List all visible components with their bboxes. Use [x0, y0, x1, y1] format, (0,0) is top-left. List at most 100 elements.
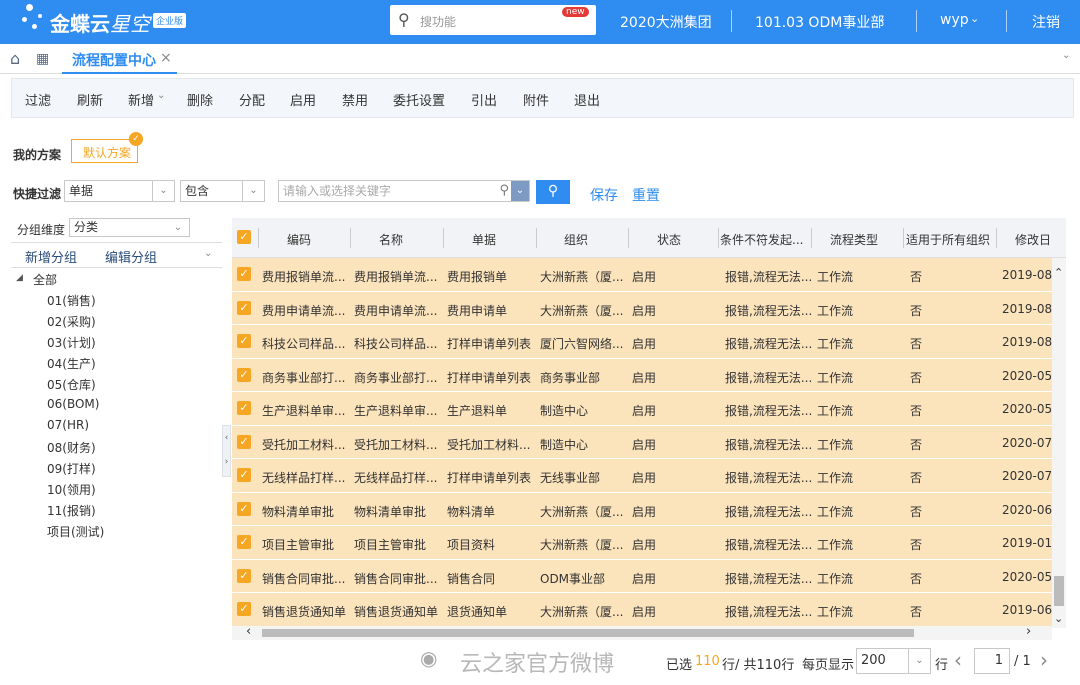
table-row[interactable]: ✓ 销售退货通知单 销售退货通知单 退货通知单 大洲新燕（厦... 启用 报错,流程无法..… — [232, 593, 1052, 627]
attachment-button[interactable]: 附件 — [523, 90, 549, 109]
logout-button[interactable]: 注销 — [1032, 12, 1060, 32]
col-bill[interactable]: 单据 — [472, 231, 496, 248]
col-name[interactable]: 名称 — [379, 231, 403, 248]
next-page-icon[interactable]: › — [1040, 648, 1048, 672]
chevron-down-icon[interactable]: ⌄ — [877, 12, 886, 25]
export-button[interactable]: 引出 — [471, 90, 497, 109]
apps-grid-icon[interactable]: ▦ — [36, 51, 49, 67]
chevron-down-icon[interactable]: ⌄ — [204, 248, 212, 259]
reset-link[interactable]: 重置 — [632, 185, 660, 205]
home-icon[interactable]: ⌂ — [10, 49, 20, 68]
panel-splitter[interactable]: ‹ › — [222, 425, 231, 477]
scroll-thumb[interactable] — [1054, 576, 1064, 606]
tree-collapse-icon[interactable]: ◢ — [16, 273, 23, 283]
row-checkbox[interactable]: ✓ — [237, 501, 251, 516]
select-all-checkbox[interactable]: ✓ — [237, 230, 251, 244]
scroll-right-icon[interactable]: › — [1026, 624, 1031, 639]
table-row[interactable]: ✓ 项目主管审批 项目主管审批 项目资料 大洲新燕（厦... 启用 报错,流程无法... 工作… — [232, 526, 1052, 560]
table-row[interactable]: ✓ 物料清单审批 物料清单审批 物料清单 大洲新燕（厦... 启用 报错,流程无法... 工作… — [232, 492, 1052, 526]
add-group-button[interactable]: 新增分组 — [25, 247, 77, 266]
dropdown-button[interactable]: ⌄ — [511, 181, 529, 201]
keyword-input[interactable]: 请输入或选择关键字 ⚲ ⌄ — [278, 180, 530, 202]
tree-item[interactable]: 11(报销) — [47, 502, 96, 519]
row-checkbox[interactable]: ✓ — [237, 602, 251, 616]
table-row[interactable]: ✓ 生产退料单审... 生产退料单审... 生产退料单 制造中心 启用 报错,流程无法...… — [232, 392, 1052, 426]
filter-operator-select[interactable]: 包含 ⌄ — [180, 180, 265, 202]
table-cell: 报错,流程无法... — [725, 404, 813, 418]
tree-item[interactable]: 项目(测试) — [47, 523, 104, 540]
table-row[interactable]: ✓ 商务事业部打... 商务事业部打... 打样申请单列表 商务事业部 启用 报错,流程无法… — [232, 358, 1052, 392]
row-checkbox[interactable]: ✓ — [237, 367, 251, 382]
row-checkbox[interactable]: ✓ — [237, 267, 251, 281]
exit-button[interactable]: 退出 — [574, 90, 600, 109]
scroll-down-icon[interactable]: ⌄ — [1054, 612, 1063, 625]
function-search[interactable]: ⚲ 搜功能 new — [390, 5, 596, 35]
col-org[interactable]: 组织 — [564, 231, 588, 248]
row-checkbox[interactable]: ✓ — [237, 401, 251, 415]
tree-item[interactable]: 06(BOM) — [47, 397, 99, 411]
scroll-thumb[interactable] — [262, 629, 914, 637]
tree-item[interactable]: 10(领用) — [47, 481, 96, 498]
row-checkbox[interactable]: ✓ — [237, 568, 251, 583]
table-row[interactable]: ✓ 科技公司样品... 科技公司样品... 打样申请单列表 厦门六智网络... 启用 报错,… — [232, 325, 1052, 359]
col-modified[interactable]: 修改日 — [1015, 231, 1055, 248]
default-scheme-label: 默认方案 — [83, 146, 132, 160]
row-checkbox[interactable]: ✓ — [237, 468, 251, 482]
col-condition[interactable]: 条件不符发起... — [720, 231, 808, 248]
row-checkbox[interactable]: ✓ — [237, 300, 251, 315]
tree-item[interactable]: 03(计划) — [47, 334, 96, 351]
table-cell: 启用 — [632, 270, 657, 284]
user-menu[interactable]: wyp — [940, 12, 969, 28]
col-flow-type[interactable]: 流程类型 — [830, 231, 878, 248]
disable-button[interactable]: 禁用 — [342, 90, 368, 109]
col-code[interactable]: 编码 — [287, 231, 311, 248]
scheme-label: 我的方案 — [13, 148, 62, 162]
scroll-left-icon[interactable]: ‹ — [246, 624, 251, 639]
table-row[interactable]: ✓ 费用报销单流... 费用报销单流... 费用报销单 大洲新燕（厦... 启用 报错,流程… — [232, 258, 1052, 292]
filter-field-select[interactable]: 单据 ⌄ — [64, 180, 175, 202]
chevron-down-icon[interactable]: ⌄ — [157, 90, 165, 101]
dept-selector[interactable]: 101.03 ODM事业部 — [755, 12, 884, 32]
prev-page-icon[interactable]: ‹ — [954, 648, 962, 672]
tree-item[interactable]: 07(HR) — [47, 418, 89, 432]
assign-button[interactable]: 分配 — [239, 90, 265, 109]
col-all-orgs[interactable]: 适用于所有组织 — [906, 231, 994, 248]
chevron-down-icon[interactable]: ⌄ — [970, 12, 979, 25]
tree-item[interactable]: 01(销售) — [47, 292, 96, 309]
tree-item[interactable]: 09(打样) — [47, 460, 96, 477]
tab-process-config[interactable]: 流程配置中心 × — [62, 44, 177, 74]
scroll-up-icon[interactable]: ⌃ — [1054, 266, 1063, 279]
table-row[interactable]: ✓ 费用申请单流... 费用申请单流... 费用申请单 大洲新燕（厦... 启用 报错,流程… — [232, 291, 1052, 325]
add-button[interactable]: 新增 — [128, 90, 154, 109]
edit-group-button[interactable]: 编辑分组 — [105, 247, 157, 266]
collapse-chevron-icon[interactable]: ⌄ — [1062, 50, 1070, 61]
default-scheme-button[interactable]: 默认方案 ✓ — [71, 132, 143, 163]
org-selector[interactable]: 2020大洲集团 — [620, 12, 712, 32]
enable-button[interactable]: 启用 — [290, 90, 316, 109]
row-checkbox[interactable]: ✓ — [237, 434, 251, 449]
tree-item[interactable]: 04(生产) — [47, 355, 96, 372]
table-row[interactable]: ✓ 无线样品打样... 无线样品打样... 打样申请单列表 无线事业部 启用 报错,流程无法… — [232, 459, 1052, 493]
tree-item[interactable]: 05(仓库) — [47, 376, 96, 393]
delegate-settings-button[interactable]: 委托设置 — [393, 90, 445, 109]
per-page-select[interactable]: 200 ⌄ — [856, 648, 931, 674]
refresh-button[interactable]: 刷新 — [77, 90, 103, 109]
tree-root[interactable]: 全部 — [33, 271, 57, 288]
delete-button[interactable]: 删除 — [187, 90, 213, 109]
filter-button[interactable]: 过滤 — [25, 90, 51, 109]
save-scheme-link[interactable]: 保存 — [590, 185, 618, 205]
table-row[interactable]: ✓ 受托加工材料... 受托加工材料... 受托加工材料... 制造中心 启用 报错,流程无… — [232, 425, 1052, 459]
vertical-scrollbar[interactable]: ⌃ ⌄ — [1052, 258, 1066, 628]
page-input[interactable]: 1 — [974, 648, 1010, 674]
tree-item[interactable]: 02(采购) — [47, 313, 96, 330]
row-checkbox[interactable]: ✓ — [237, 535, 251, 549]
horizontal-scrollbar[interactable]: ‹ › — [232, 624, 1052, 640]
row-checkbox[interactable]: ✓ — [237, 334, 251, 348]
col-status[interactable]: 状态 — [657, 231, 681, 248]
table-row[interactable]: ✓ 销售合同审批... 销售合同审批... 销售合同 ODM事业部 启用 报错,流程无法..… — [232, 559, 1052, 593]
group-dim-select[interactable]: 分类 ⌄ — [69, 218, 190, 237]
close-icon[interactable]: × — [160, 50, 172, 66]
tree-item[interactable]: 08(财务) — [47, 439, 96, 456]
chevron-down-icon: ⌄ — [152, 181, 174, 201]
search-button[interactable]: ⚲ — [536, 180, 570, 204]
